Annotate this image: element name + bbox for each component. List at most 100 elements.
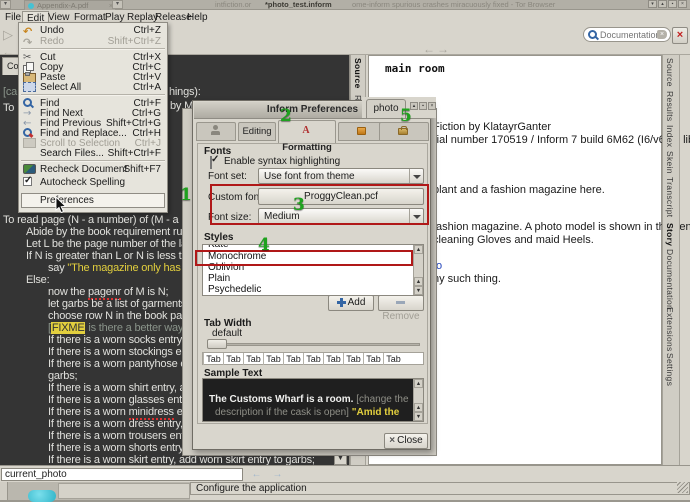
chevron-down-icon — [409, 169, 423, 183]
clear-search-icon[interactable]: × — [657, 30, 667, 39]
annotation-5: 5 — [400, 106, 412, 126]
scroll-up-icon[interactable]: ▲ — [414, 403, 423, 412]
menu-item-search-files[interactable]: Search Files... Shift+Ctrl+F — [20, 148, 166, 159]
minus-icon — [395, 301, 405, 304]
tab-source[interactable]: Source — [665, 58, 675, 87]
tab-settings[interactable]: Settings — [665, 353, 675, 386]
tab-index[interactable]: Index — [665, 125, 675, 147]
previous-match-icon[interactable]: ← — [247, 469, 266, 481]
find-replace-icon — [23, 128, 36, 138]
checked-checkbox-icon — [23, 175, 32, 186]
background-browser-tab[interactable]: Appendix-A.pdf × — [24, 0, 116, 10]
menu-item-preferences[interactable]: Preferences — [21, 193, 165, 208]
redo-icon — [23, 36, 36, 46]
styles-scrollbar[interactable]: ▲ ▲ ▼ — [413, 245, 423, 295]
tab-favicon — [28, 3, 34, 9]
font-set-select[interactable]: Use font from theme — [258, 168, 424, 184]
source-fragment: To — [3, 102, 15, 114]
inform-ide-window: ▾ Appendix-A.pdf × ▾ intfiction.or *phot… — [0, 0, 690, 502]
tab-list-icon[interactable]: ▾ — [112, 0, 123, 9]
find-previous-icon — [23, 118, 36, 128]
recheck-icon — [23, 164, 36, 174]
add-style-button[interactable]: Add — [328, 295, 374, 311]
documentation-search[interactable]: × — [583, 27, 671, 42]
maximize-icon[interactable]: ▪ — [419, 102, 427, 110]
background-taskbar — [0, 482, 190, 502]
mouse-cursor — [55, 197, 67, 214]
tab-transcript[interactable]: Transcript — [665, 177, 675, 217]
menu-item-undo[interactable]: UndoCtrl+Z — [20, 25, 166, 36]
scroll-down-icon[interactable]: ▼ — [414, 412, 423, 421]
remove-style-button[interactable]: Remove — [378, 295, 424, 322]
font-set-label: Font set: — [208, 171, 247, 182]
quick-search-input[interactable] — [1, 468, 243, 481]
tab-story[interactable]: Story — [665, 223, 675, 246]
annotation-box-font-rows — [210, 184, 429, 225]
sample-scrollbar[interactable]: ▲ ▲ ▼ — [413, 379, 423, 421]
background-title-right: ome-inform spurious crashes miracuously … — [352, 0, 556, 9]
close-x-icon: × — [389, 435, 396, 446]
styles-section-label: Styles — [204, 232, 234, 243]
source-fragment: [ca — [3, 86, 18, 98]
copy-icon — [23, 62, 36, 74]
story-line: cleaning Gloves and maid Heels. — [433, 234, 594, 246]
tab-skein[interactable]: Skein — [665, 151, 675, 174]
scroll-up-icon[interactable]: ▲ — [414, 379, 423, 388]
tab-documentation[interactable]: Documentation — [665, 249, 675, 310]
scroll-up-icon[interactable]: ▲ — [414, 277, 423, 286]
statusbar: Configure the application — [190, 482, 690, 495]
close-icon[interactable]: × — [678, 0, 687, 8]
plus-icon — [336, 298, 346, 307]
close-button[interactable]: × Close — [384, 433, 428, 449]
advanced-icon — [398, 126, 408, 135]
menu-item-select-all[interactable]: Select All Ctrl+A — [20, 82, 166, 93]
annotation-3: 3 — [293, 195, 305, 215]
next-match-icon[interactable]: → — [268, 469, 287, 481]
maximize-icon[interactable]: ▪ — [668, 0, 677, 8]
find-bar: ← → — [0, 465, 690, 482]
tab-dropdown-icon[interactable]: ▾ — [0, 0, 11, 9]
menu-help[interactable]: Help — [183, 11, 212, 24]
find-next-icon — [23, 108, 36, 118]
scroll-down-icon[interactable]: ▼ — [414, 286, 423, 295]
room-title: main room — [385, 62, 445, 75]
style-item-psychedelic[interactable]: Psychedelic — [204, 284, 412, 295]
resize-grip[interactable] — [677, 482, 688, 493]
menu-separator — [21, 48, 165, 50]
tab-width-slider[interactable] — [208, 343, 420, 346]
source-fragment: hings): — [169, 86, 201, 98]
tab-editing[interactable]: Editing — [238, 122, 276, 141]
undo-icon — [23, 25, 36, 35]
tab-results[interactable]: Results — [665, 91, 675, 121]
menu-item-autocheck-spelling[interactable]: Autocheck Spelling — [20, 175, 166, 188]
menu-item-recheck-document[interactable]: Recheck Document Shift+F7 — [20, 164, 166, 175]
stop-button[interactable]: × — [672, 27, 688, 44]
panel-back-icon[interactable]: ← — [423, 42, 435, 56]
story-line: plant and a fashion magazine here. — [433, 184, 605, 196]
scroll-up-icon[interactable]: ▲ — [414, 245, 423, 254]
cut-icon — [23, 52, 36, 62]
story-line: ny such thing. — [433, 273, 501, 285]
syntax-highlight-checkbox[interactable] — [210, 156, 212, 169]
tab-author[interactable]: Author — [196, 122, 236, 154]
go-button[interactable]: ▷ — [3, 27, 13, 43]
right-panel-tabstrip: Source Results Index Skein Transcript St… — [662, 55, 680, 465]
tab-width-value: default — [212, 328, 243, 339]
sample-text-preview: The Customs Wharf is a room. [change the… — [202, 378, 424, 422]
background-title-left: intfiction.or — [215, 0, 252, 9]
panel-forward-icon[interactable]: → — [437, 42, 449, 56]
restore-icon[interactable]: ▴ — [658, 0, 667, 8]
font-set-value: Use font from theme — [264, 171, 355, 182]
close-icon[interactable]: × — [428, 102, 436, 110]
style-item-plain[interactable]: Plain — [204, 273, 412, 284]
photo-window-titlebar: photo ▴ ▪ × — [362, 97, 436, 118]
menu-item-redo[interactable]: RedoShift+Ctrl+Z — [20, 36, 166, 47]
search-input[interactable] — [600, 29, 658, 41]
tab-width-slider-handle[interactable] — [207, 339, 227, 349]
annotation-box-oblivion — [195, 250, 413, 266]
background-tab-label: Appendix-A.pdf — [37, 1, 89, 10]
tab-source[interactable]: Source — [353, 58, 363, 89]
tab-extensions[interactable]: Extensions — [665, 307, 675, 352]
minimize-icon[interactable]: ▾ — [648, 0, 657, 8]
menu-separator — [21, 94, 165, 96]
